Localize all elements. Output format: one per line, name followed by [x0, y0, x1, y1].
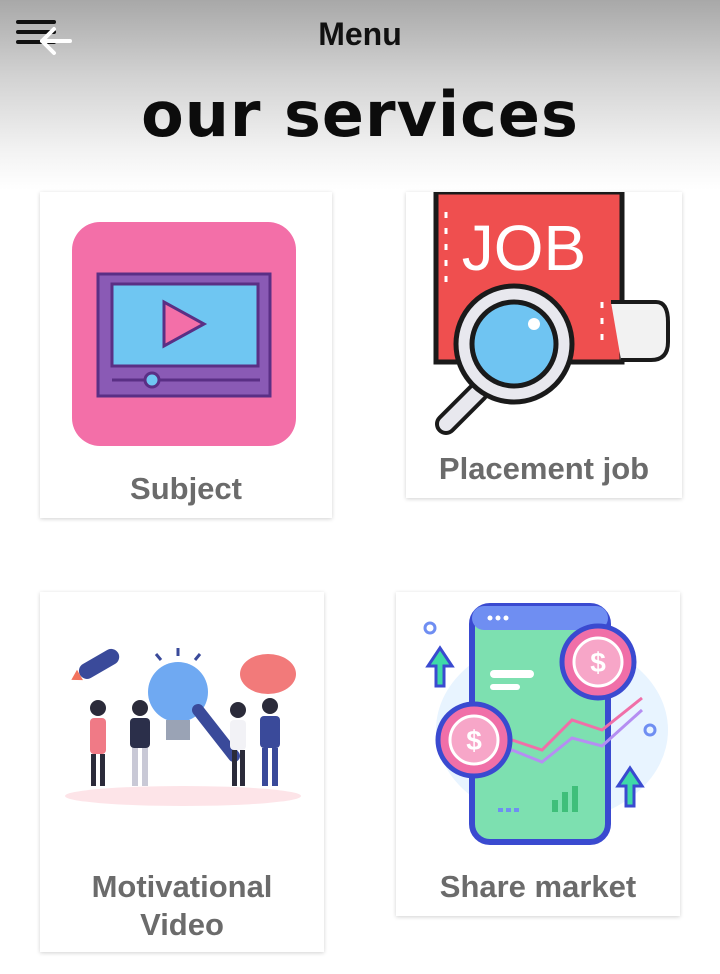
service-card-motivational-video[interactable]: Motivational Video: [40, 592, 324, 952]
service-label-motivational: Motivational: [91, 869, 273, 904]
app-header: Menu our services: [0, 0, 720, 190]
service-card-subject[interactable]: Subject: [40, 192, 332, 518]
service-label-share-market: Share market: [439, 869, 637, 904]
svg-text:$: $: [590, 647, 606, 678]
video-player-icon: [72, 222, 296, 446]
service-label-subject: Subject: [130, 471, 242, 506]
service-card-placement-job[interactable]: JOB Placement job: [406, 192, 682, 498]
service-label-placement-job: Placement job: [438, 451, 650, 486]
service-label-video: Video: [140, 907, 224, 942]
stock-app-icon: $ $: [423, 603, 668, 845]
page-title: our services: [141, 78, 579, 151]
motivation-people-icon: [65, 648, 301, 806]
svg-text:JOB: JOB: [462, 212, 586, 284]
header-title: Menu: [318, 16, 402, 52]
svg-text:$: $: [466, 725, 482, 756]
job-search-icon: JOB: [433, 192, 670, 435]
service-card-share-market[interactable]: $ $ Share market: [396, 592, 680, 916]
